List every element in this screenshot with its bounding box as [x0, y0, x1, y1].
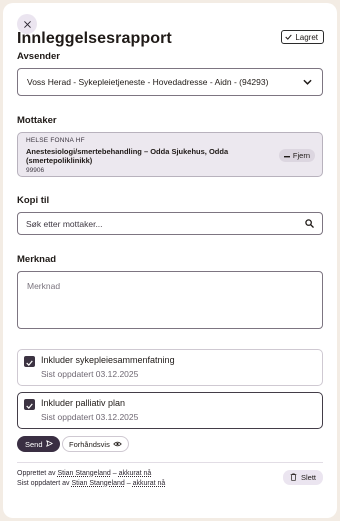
send-icon	[45, 439, 53, 449]
delete-button[interactable]: Slett	[282, 470, 323, 485]
sender-label: Avsender	[17, 51, 60, 62]
created-prefix: Opprettet av	[17, 470, 56, 477]
note-field	[17, 271, 323, 329]
copy-to-search-field	[17, 212, 323, 235]
trash-icon	[290, 472, 297, 483]
include-nursing-summary-option[interactable]: Inkluder sykepleiesammenfatning Sist opp…	[17, 349, 323, 386]
option-title: Inkluder sykepleiesammenfatning	[41, 355, 175, 365]
created-time: akkurat nå	[118, 470, 152, 477]
recipient-name: Anestesiologi/smertebehandling – Odda Sj…	[26, 147, 229, 165]
recipient-code: 99906	[26, 167, 45, 174]
check-icon	[285, 33, 293, 42]
remove-label: Fjern	[292, 151, 310, 160]
report-panel: Innleggelsesrapport Lagret Avsender Voss…	[3, 3, 337, 518]
minus-icon	[283, 151, 290, 160]
copy-to-search-input[interactable]	[26, 218, 305, 229]
sender-select[interactable]: Voss Herad - Sykepleietjeneste - Hovedad…	[17, 68, 323, 96]
include-palliative-plan-option[interactable]: Inkluder palliativ plan Sist oppdatert 0…	[17, 392, 323, 429]
eye-icon	[113, 440, 122, 449]
recipient-label: Mottaker	[17, 115, 57, 126]
checkmark-icon	[26, 353, 33, 371]
footer-divider	[17, 462, 323, 463]
delete-label: Slett	[300, 473, 316, 482]
copy-to-label: Kopi til	[17, 195, 50, 206]
checkmark-icon	[26, 396, 33, 414]
include-palliative-plan-checkbox[interactable]	[24, 399, 35, 410]
updated-time: akkurat nå	[132, 480, 166, 487]
remove-recipient-button[interactable]: Fjern	[278, 149, 315, 162]
close-icon	[23, 20, 31, 28]
updated-prefix: Sist oppdatert av	[17, 480, 70, 487]
recipient-org: HELSE FONNA HF	[26, 137, 85, 144]
send-label: Send	[25, 439, 43, 449]
created-separator: –	[112, 470, 117, 477]
updated-by-user: Stian Stangeland	[71, 480, 125, 487]
saved-status-badge: Lagret	[281, 30, 324, 44]
preview-button[interactable]: Forhåndsvis	[62, 436, 129, 452]
option-subtitle: Sist oppdatert 03.12.2025	[41, 369, 139, 379]
preview-label: Forhåndsvis	[69, 439, 110, 449]
option-title: Inkluder palliativ plan	[41, 398, 126, 408]
recipient-card: HELSE FONNA HF Anestesiologi/smertebehan…	[17, 132, 323, 177]
note-textarea[interactable]	[18, 272, 322, 328]
send-button[interactable]: Send	[17, 436, 60, 452]
created-by-text: Opprettet av Stian Stangeland – akkurat …	[17, 470, 151, 477]
include-nursing-summary-checkbox[interactable]	[24, 356, 35, 367]
sender-selected-value: Voss Herad - Sykepleietjeneste - Hovedad…	[27, 77, 269, 87]
search-icon[interactable]	[305, 215, 314, 233]
chevron-down-icon	[303, 77, 312, 87]
updated-by-text: Sist oppdatert av Stian Stangeland – akk…	[17, 480, 165, 487]
saved-status-label: Lagret	[295, 32, 318, 42]
updated-separator: –	[126, 480, 131, 487]
page-title: Innleggelsesrapport	[17, 30, 172, 47]
note-label: Merknad	[17, 254, 57, 265]
option-subtitle: Sist oppdatert 03.12.2025	[41, 412, 139, 422]
created-by-user: Stian Stangeland	[57, 470, 111, 477]
